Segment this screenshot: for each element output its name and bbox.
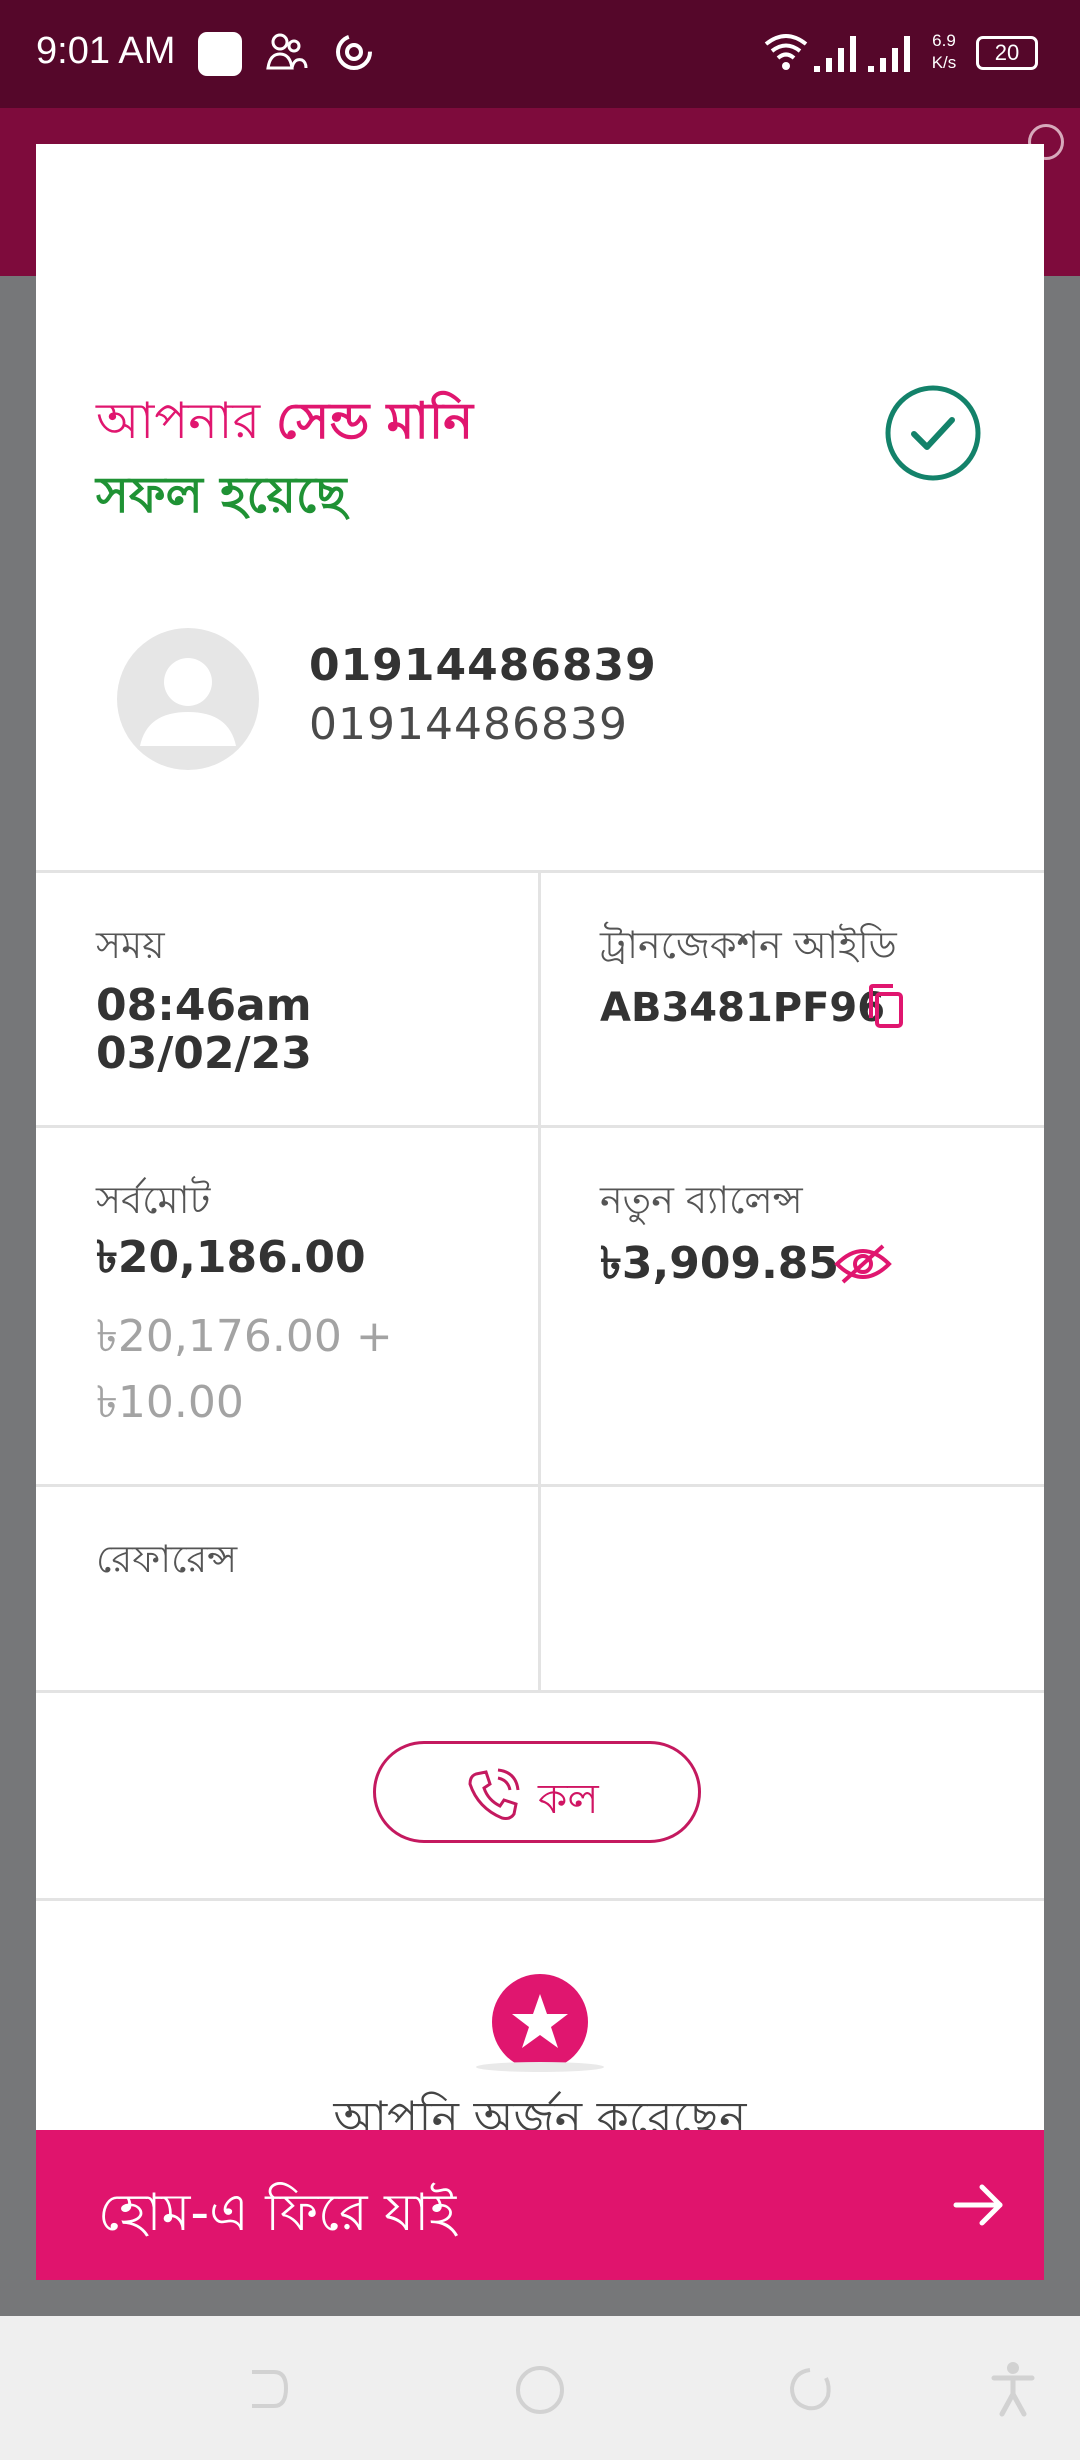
divider — [36, 1690, 1044, 1693]
status-time: 9:01 AM — [36, 30, 176, 72]
back-to-home-button[interactable]: হোম-এ ফিরে যাই — [36, 2130, 1044, 2280]
call-button[interactable]: কল — [373, 1741, 701, 1843]
check-circle-icon — [885, 385, 981, 481]
transaction-success-card: আপনার সেন্ড মানি সফল হয়েছে 01914486839 … — [36, 144, 1044, 2280]
network-speed-value: 6.9 — [932, 31, 956, 50]
fee-breakdown: ৳10.00 — [96, 1377, 244, 1428]
battery-level: 20 — [994, 40, 1020, 65]
column-divider — [538, 870, 541, 1690]
eye-off-icon[interactable] — [833, 1242, 893, 1286]
signal-2-icon — [868, 36, 910, 72]
star-icon — [492, 1974, 588, 2070]
battery-icon: 20 — [976, 36, 1038, 70]
sync-icon — [336, 34, 372, 70]
notification-square-icon — [198, 32, 242, 76]
transaction-id-value: AB3481PF96 — [600, 985, 886, 1031]
system-nav-bar — [0, 2316, 1080, 2460]
total-label: সর্বমোট — [96, 1178, 211, 1222]
home-nav-icon[interactable] — [514, 2364, 566, 2416]
date-value: 03/02/23 — [96, 1028, 312, 1079]
call-button-label: কল — [538, 1774, 599, 1823]
title-prefix: আপনার — [96, 392, 277, 450]
copy-icon[interactable] — [863, 982, 907, 1030]
network-speed: 6.9 K/s — [926, 30, 962, 74]
network-speed-unit: K/s — [931, 53, 957, 72]
divider — [36, 1898, 1044, 1901]
success-title: আপনার সেন্ড মানি সফল হয়েছে — [96, 384, 473, 532]
back-to-home-label: হোম-এ ফিরে যাই — [98, 2183, 457, 2243]
time-value: 08:46am — [96, 980, 312, 1031]
status-bar: 9:01 AM 6.9 K/s 20 — [0, 0, 1080, 108]
recents-nav-icon[interactable] — [786, 2364, 836, 2414]
amount-breakdown: ৳20,176.00 + — [96, 1311, 393, 1362]
new-balance-label: নতুন ব্যালেন্স — [600, 1178, 803, 1222]
avatar-icon — [117, 628, 259, 770]
phone-icon — [468, 1768, 520, 1820]
title-success: সফল হয়েছে — [96, 466, 347, 524]
new-balance-value: ৳3,909.85 — [600, 1238, 840, 1289]
total-value: ৳20,186.00 — [96, 1232, 366, 1283]
star-shadow — [476, 2062, 604, 2072]
recipient-name: 01914486839 — [309, 640, 657, 691]
transaction-id-label: ট্রানজেকশন আইডি — [600, 923, 897, 967]
reference-label: রেফারেন্স — [96, 1537, 238, 1581]
recipient-number: 01914486839 — [309, 699, 628, 750]
signal-1-icon — [814, 36, 856, 72]
back-nav-icon[interactable] — [244, 2366, 290, 2412]
people-icon — [266, 33, 308, 70]
arrow-right-icon — [953, 2184, 1003, 2226]
title-service: সেন্ড মানি — [276, 392, 474, 450]
wifi-icon — [764, 34, 808, 70]
time-label: সময় — [96, 923, 165, 967]
accessibility-icon[interactable] — [990, 2360, 1036, 2418]
